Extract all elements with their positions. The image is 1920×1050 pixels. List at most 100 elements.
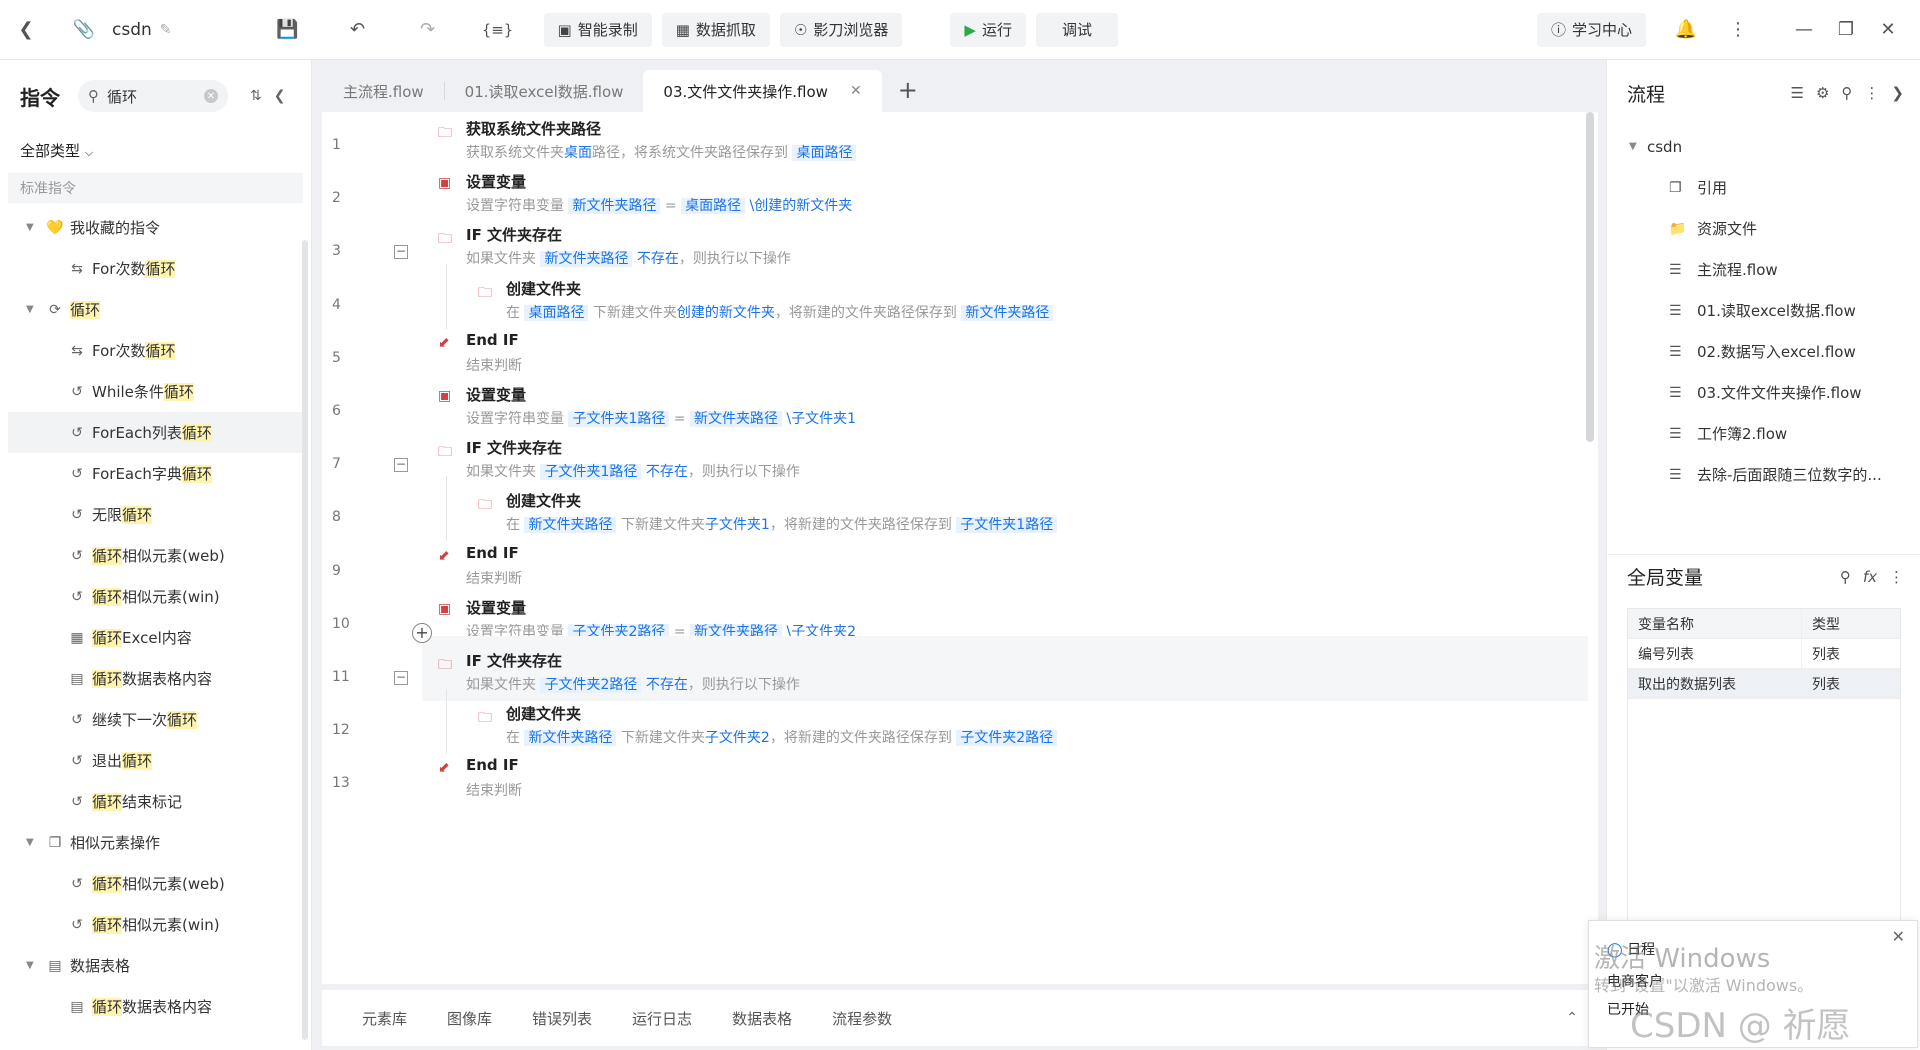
bottom-tab[interactable]: 图像库 — [447, 1008, 492, 1029]
editor-scrollbar[interactable] — [1586, 112, 1594, 442]
run-button[interactable]: ▶ 运行 — [950, 12, 1026, 47]
tree-item-label: 循环数据表格内容 — [92, 998, 213, 1016]
tree-item[interactable]: ▤ 循环数据表格内容 — [0, 986, 311, 1027]
collapse-icon[interactable]: − — [394, 245, 408, 260]
variable-icon: ▣ — [438, 175, 452, 192]
search-input[interactable]: ⚲ 循环 ✕ — [78, 80, 228, 112]
bell-icon[interactable]: 🔔 — [1666, 10, 1706, 50]
flow-item[interactable]: ☰ 01.读取excel数据.flow — [1607, 290, 1920, 331]
learning-center-button[interactable]: ⓘ 学习中心 — [1536, 12, 1646, 47]
tree-item[interactable]: ↺ ForEach字典循环 — [0, 453, 311, 494]
tab-flow[interactable]: 主流程.flow — [323, 70, 444, 112]
bottom-tab[interactable]: 元素库 — [362, 1008, 407, 1029]
collapse-panel-icon[interactable]: ❮ — [274, 88, 286, 104]
table-cell: 编号列表 — [1627, 638, 1802, 669]
flow-item[interactable]: ☰ 去除-后面跟随三位数字的... — [1607, 454, 1920, 495]
table-icon: ▤ — [48, 957, 62, 974]
flow-item[interactable]: ☰ 02.数据写入excel.flow — [1607, 331, 1920, 372]
close-icon[interactable]: ✕ — [1892, 927, 1905, 946]
tree-item[interactable]: ↺ 退出循环 — [0, 740, 311, 781]
tree-item[interactable]: ↺ 循环相似元素(web) — [0, 535, 311, 576]
tree-group[interactable]: ▼ 💛 我收藏的指令 — [0, 207, 311, 248]
search-icon[interactable]: ⚲ — [1841, 84, 1852, 102]
step-title: 设置变量 — [466, 386, 527, 404]
edit-name-icon[interactable]: ✎ — [160, 22, 172, 38]
flow-item[interactable]: 📁 资源文件 — [1607, 208, 1920, 249]
smart-record-button[interactable]: ▣ 智能录制 — [543, 12, 652, 47]
flow-step[interactable]: ⬋ End IF 结束判断 — [422, 742, 1588, 807]
function-icon[interactable]: fx — [1863, 568, 1877, 586]
browser-button[interactable]: ☉ 影刀浏览器 — [779, 12, 903, 47]
table-row[interactable]: 编号列表 列表 — [1627, 638, 1901, 669]
bottom-tab[interactable]: 错误列表 — [532, 1008, 592, 1029]
chevron-down-icon[interactable]: ▼ — [1629, 141, 1647, 152]
left-scrollbar[interactable] — [302, 240, 308, 1040]
flow-item[interactable]: ❐ 引用 — [1607, 167, 1920, 208]
back-icon[interactable]: ❮ — [6, 10, 46, 50]
tree-item[interactable]: ↺ 循环结束标记 — [0, 781, 311, 822]
more-icon[interactable]: ⋮ — [1718, 10, 1758, 50]
add-tab-icon[interactable]: + — [898, 76, 918, 104]
tab-flow[interactable]: 03.文件文件夹操作.flow ✕ — [643, 70, 882, 112]
line-number: 8 — [332, 509, 341, 526]
bottom-tab[interactable]: 运行日志 — [632, 1008, 692, 1029]
tree-item[interactable]: ⇆ For次数循环 — [0, 330, 311, 371]
tree-item[interactable]: ↺ 继续下一次循环 — [0, 699, 311, 740]
tree-group[interactable]: ▼ ❐ 相似元素操作 — [0, 822, 311, 863]
bottom-tab[interactable]: 流程参数 — [832, 1008, 892, 1029]
line-number: 5 — [332, 349, 341, 366]
restore-icon[interactable]: ❐ — [1826, 10, 1866, 50]
heart-icon: 💛 — [46, 219, 64, 236]
table-row[interactable]: 取出的数据列表 列表 — [1627, 668, 1901, 699]
add-flow-icon[interactable]: ☰ — [1791, 84, 1804, 102]
flow-item[interactable]: ☰ 03.文件文件夹操作.flow — [1607, 372, 1920, 413]
tree-group[interactable]: ▼ ▤ 数据表格 — [0, 945, 311, 986]
tree-item[interactable]: ↺ While条件循环 — [0, 371, 311, 412]
sort-icon[interactable]: ⇅ — [250, 88, 262, 104]
search-icon[interactable]: ⚲ — [1840, 568, 1851, 586]
data-capture-button[interactable]: ▦ 数据抓取 — [661, 12, 770, 47]
tab-flow[interactable]: 01.读取excel数据.flow — [445, 70, 644, 112]
chevron-down-icon[interactable]: ▼ — [26, 222, 44, 233]
more-icon[interactable]: ⋮ — [1889, 568, 1904, 586]
tree-item[interactable]: ⇆ For次数循环 — [0, 248, 311, 289]
tree-item[interactable]: ↺ 循环相似元素(web) — [0, 863, 311, 904]
chevron-down-icon[interactable]: ▼ — [26, 304, 44, 315]
video-icon: ▣ — [557, 20, 572, 39]
more-icon[interactable]: ⋮ — [1864, 84, 1879, 102]
tree-item[interactable]: ↺ 循环相似元素(win) — [0, 576, 311, 617]
type-select[interactable]: 全部类型 ⌵ — [0, 132, 311, 169]
flow-root[interactable]: ▼ csdn — [1607, 126, 1920, 167]
tree-item[interactable]: ▦ 循环Excel内容 — [0, 617, 311, 658]
chevron-right-icon[interactable]: ❯ — [1891, 84, 1904, 102]
chevron-down-icon[interactable]: ▼ — [26, 837, 44, 848]
collapse-icon[interactable]: − — [394, 671, 408, 685]
help-icon: ⓘ — [1550, 21, 1566, 39]
debug-button[interactable]: 调试 — [1035, 12, 1118, 47]
tree-item[interactable]: ▤ 循环数据表格内容 — [0, 658, 311, 699]
add-module-icon[interactable]: ⚙ — [1816, 84, 1829, 102]
chevron-down-icon[interactable]: ▼ — [26, 960, 44, 971]
bottom-tab[interactable]: 数据表格 — [732, 1008, 792, 1029]
panel-title: 指令 — [20, 85, 60, 110]
close-icon[interactable]: ✕ — [1868, 10, 1908, 50]
code-icon[interactable]: {≡} — [478, 10, 518, 50]
flow-item[interactable]: ☰ 工作簿2.flow — [1607, 413, 1920, 454]
save-icon[interactable]: 💾 — [268, 10, 308, 50]
add-step-button[interactable]: + — [412, 623, 432, 643]
minimize-icon[interactable]: — — [1784, 10, 1824, 50]
collapse-icon[interactable]: − — [394, 458, 408, 473]
close-tab-icon[interactable]: ✕ — [850, 83, 862, 99]
document-name[interactable]: csdn — [112, 20, 152, 40]
loop-box-icon: ↺ — [71, 793, 83, 810]
tree-item[interactable]: ↺ 无限循环 — [0, 494, 311, 535]
tree-group[interactable]: ▼ ⟳ 循环 — [0, 289, 311, 330]
flow-item[interactable]: ☰ 主流程.flow — [1607, 249, 1920, 290]
expand-panel-icon[interactable]: ⌃ — [1566, 1010, 1578, 1026]
clear-icon[interactable]: ✕ — [204, 89, 218, 103]
redo-icon[interactable]: ↷ — [408, 10, 448, 50]
excel-icon: ▦ — [70, 629, 84, 646]
tree-item[interactable]: ↺ 循环相似元素(win) — [0, 904, 311, 945]
undo-icon[interactable]: ↶ — [338, 10, 378, 50]
tree-item[interactable]: ↺ ForEach列表循环 — [8, 412, 303, 453]
